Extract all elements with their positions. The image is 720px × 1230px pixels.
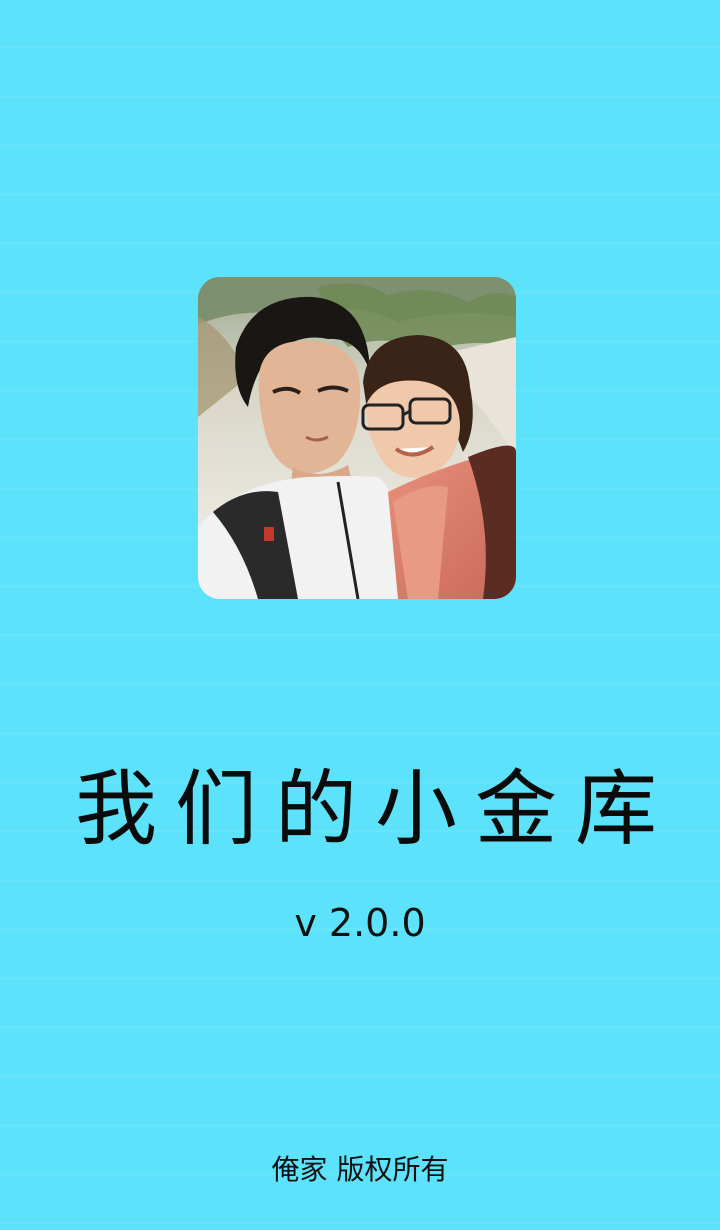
app-title: 我们的小金库 [74, 762, 675, 857]
splash-screen: 我们的小金库 v 2.0.0 俺家 版权所有 [0, 0, 720, 1230]
couple-photo [198, 277, 516, 599]
copyright-text: 俺家 版权所有 [271, 1153, 449, 1186]
version-label: v 2.0.0 [294, 901, 426, 945]
